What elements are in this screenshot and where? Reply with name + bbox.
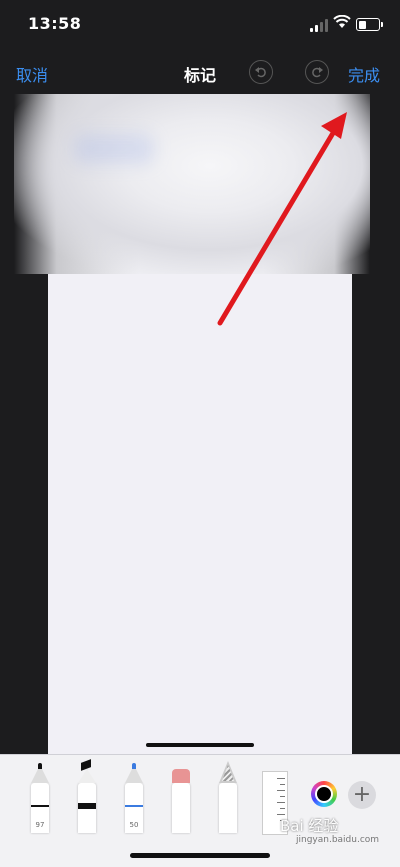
wifi-icon xyxy=(333,15,351,28)
undo-button[interactable] xyxy=(249,60,273,84)
markup-nav-bar: 取消 标记 完成 xyxy=(0,52,400,92)
markup-canvas[interactable] xyxy=(48,274,352,754)
done-button[interactable]: 完成 xyxy=(348,62,380,86)
home-indicator[interactable] xyxy=(130,853,270,858)
watermark-url: jingyan.baidu.com xyxy=(296,835,380,845)
canvas-scroll-handle[interactable] xyxy=(146,743,254,747)
cellular-signal-icon xyxy=(310,18,330,32)
pen-width-label: 97 xyxy=(35,821,45,829)
battery-icon xyxy=(356,18,383,31)
markup-toolbar: 97 50 + Bai 经验 jingyan.baidu.com xyxy=(0,754,400,867)
status-time: 13:58 xyxy=(28,14,82,33)
color-picker-button[interactable] xyxy=(311,781,337,807)
eraser-tool[interactable] xyxy=(170,763,192,833)
lasso-tool[interactable] xyxy=(217,761,239,833)
redo-button[interactable] xyxy=(305,60,329,84)
undo-icon xyxy=(255,67,266,78)
redo-icon xyxy=(312,67,323,78)
watermark: Bai 经验 xyxy=(280,817,339,835)
pencil-tool[interactable]: 50 xyxy=(123,763,145,833)
add-button[interactable]: + xyxy=(348,781,376,809)
pencil-width-label: 50 xyxy=(129,821,139,829)
pen-tool[interactable]: 97 xyxy=(29,763,51,833)
screenshot-preview-strip xyxy=(14,94,370,274)
status-bar: 13:58 xyxy=(0,0,400,50)
page-title: 标记 xyxy=(183,66,216,85)
marker-tool[interactable] xyxy=(76,759,98,833)
